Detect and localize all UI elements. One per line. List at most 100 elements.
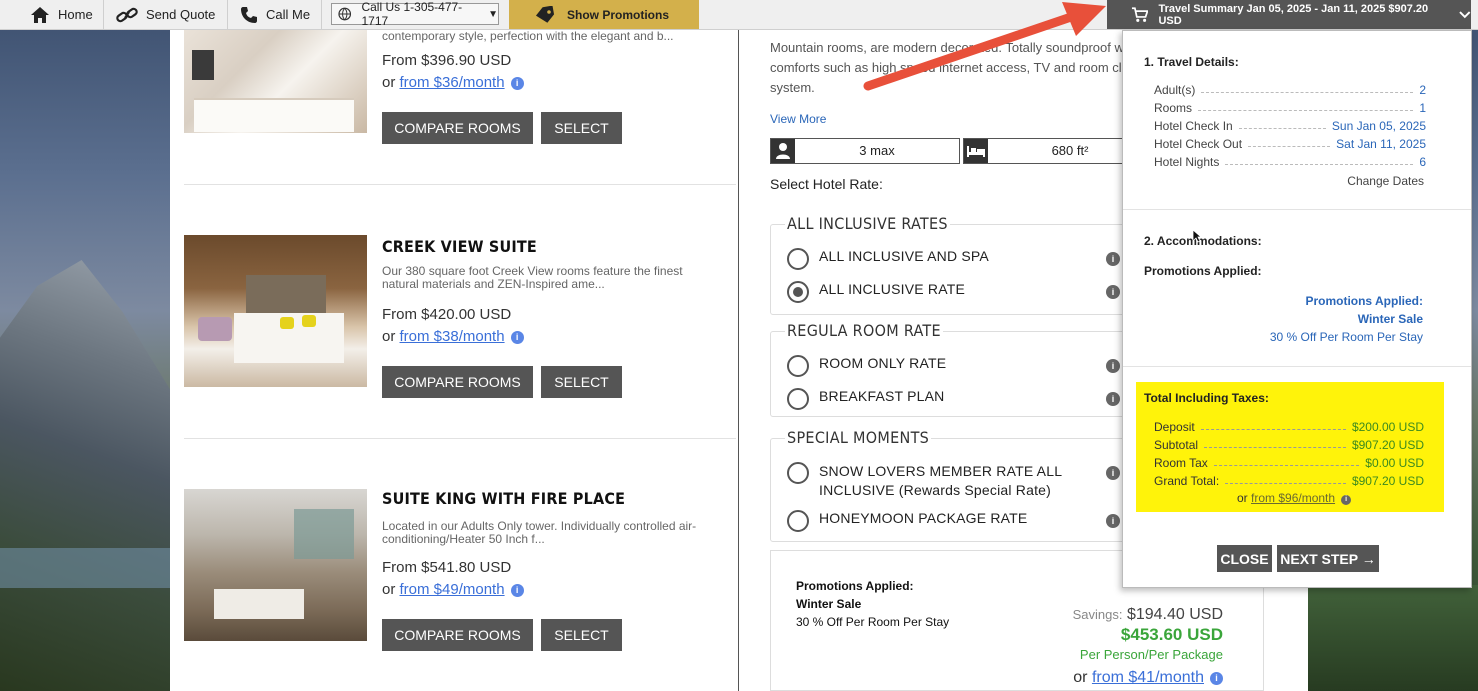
- select-room-button[interactable]: SELECT: [541, 366, 622, 398]
- monthly-financing-link[interactable]: from $36/month: [400, 74, 505, 91]
- radio-button[interactable]: [787, 388, 809, 410]
- room-monthly: or from $49/month i: [382, 581, 524, 598]
- info-icon[interactable]: i: [1341, 495, 1352, 505]
- globe-icon: [338, 7, 352, 21]
- change-dates-link[interactable]: Change Dates: [1347, 174, 1424, 188]
- totals-title: Total Including Taxes:: [1144, 391, 1269, 405]
- info-icon[interactable]: i: [1106, 514, 1120, 528]
- row-label: Rooms: [1154, 101, 1193, 115]
- divider: [1123, 366, 1471, 367]
- info-icon[interactable]: i: [1106, 252, 1120, 266]
- room-card: contemporary style, perfection with the …: [184, 30, 736, 184]
- call-me-link[interactable]: Call Me: [230, 0, 322, 29]
- room-price: From $396.90 USD: [382, 52, 512, 69]
- room-title[interactable]: SUITE KING WITH FIRE PLACE: [382, 489, 625, 508]
- row-value: $907.20 USD: [1351, 438, 1424, 452]
- home-link[interactable]: Home: [20, 0, 104, 29]
- send-quote-link[interactable]: Send Quote: [106, 0, 228, 29]
- close-button[interactable]: CLOSE: [1217, 545, 1272, 572]
- home-label: Home: [58, 7, 93, 22]
- call-us-dropdown[interactable]: Call Us 1-305-477-1717 ▼: [331, 0, 499, 28]
- promotion-description: 30 % Off Per Room Per Stay: [796, 615, 950, 629]
- rate-option-breakfast[interactable]: BREAKFAST PLAN: [787, 388, 944, 410]
- radio-button-selected[interactable]: [787, 281, 809, 303]
- select-room-button[interactable]: SELECT: [541, 619, 622, 651]
- info-icon[interactable]: i: [1106, 359, 1120, 373]
- rate-group-title: ALL INCLUSIVE RATES: [785, 214, 950, 233]
- totals-monthly: or from $96/month i: [1237, 491, 1352, 505]
- savings-label: Savings:: [1072, 607, 1123, 622]
- link-icon: [116, 7, 138, 22]
- compare-rooms-button[interactable]: COMPARE ROOMS: [382, 619, 533, 651]
- compare-rooms-button[interactable]: COMPARE ROOMS: [382, 366, 533, 398]
- promotions-applied-link[interactable]: Promotions Applied:: [1305, 294, 1423, 308]
- rate-option-honeymoon[interactable]: HONEYMOON PACKAGE RATE: [787, 510, 1027, 532]
- savings: Savings: $194.40 USD: [1073, 606, 1223, 624]
- summary-row-check-in: Hotel Check In Sun Jan 05, 2025: [1154, 119, 1426, 133]
- row-label: Hotel Check In: [1154, 119, 1233, 133]
- monthly-prefix: or: [382, 328, 400, 345]
- promotion-name: Winter Sale: [1357, 312, 1423, 326]
- summary-row-nights: Hotel Nights 6: [1154, 155, 1426, 169]
- select-room-button[interactable]: SELECT: [541, 112, 622, 144]
- person-icon: [771, 139, 795, 163]
- rate-option-label: HONEYMOON PACKAGE RATE: [819, 510, 1028, 526]
- next-step-button[interactable]: NEXT STEP →: [1277, 545, 1379, 572]
- radio-button[interactable]: [787, 462, 809, 484]
- compare-rooms-button[interactable]: COMPARE ROOMS: [382, 112, 533, 144]
- info-icon[interactable]: i: [1210, 672, 1223, 685]
- radio-button[interactable]: [787, 355, 809, 377]
- row-label: Hotel Nights: [1154, 155, 1220, 169]
- cart-icon: [1131, 6, 1149, 22]
- row-value: Sun Jan 05, 2025: [1331, 119, 1426, 133]
- info-icon[interactable]: i: [1106, 466, 1120, 480]
- view-more-link[interactable]: View More: [770, 112, 826, 126]
- travel-summary-label: Travel Summary Jan 05, 2025 - Jan 11, 20…: [1158, 2, 1429, 27]
- rate-option-all-inclusive[interactable]: ALL INCLUSIVE RATE: [787, 281, 965, 303]
- show-promotions-label: Show Promotions: [567, 7, 669, 22]
- travel-summary-toggle[interactable]: Travel Summary Jan 05, 2025 - Jan 11, 20…: [1107, 0, 1471, 29]
- row-label: Grand Total:: [1154, 474, 1220, 488]
- rate-option-snow-lovers[interactable]: SNOW LOVERS MEMBER RATE ALL INCLUSIVE (R…: [787, 462, 1087, 500]
- room-photo[interactable]: [184, 30, 367, 133]
- monthly-financing-link[interactable]: from $41/month: [1092, 669, 1204, 686]
- monthly-prefix: or: [382, 581, 400, 598]
- room-title[interactable]: CREEK VIEW SUITE: [382, 237, 537, 256]
- room-card: SUITE KING WITH FIRE PLACE Located in ou…: [184, 489, 736, 659]
- info-icon[interactable]: i: [510, 77, 524, 90]
- row-value: 2: [1419, 83, 1426, 97]
- top-nav-bar: Home Send Quote Call Me Call Us 1-305-47…: [0, 0, 1478, 30]
- room-list: contemporary style, perfection with the …: [170, 30, 738, 691]
- info-icon[interactable]: i: [510, 331, 524, 344]
- room-photo[interactable]: [184, 235, 367, 387]
- room-monthly: or from $36/month i: [382, 74, 524, 91]
- info-icon[interactable]: i: [1106, 285, 1120, 299]
- rate-option-label: SNOW LOVERS MEMBER RATE ALL INCLUSIVE (R…: [819, 463, 1062, 498]
- rate-option-room-only[interactable]: ROOM ONLY RATE: [787, 355, 946, 377]
- row-value: $200.00 USD: [1351, 420, 1424, 434]
- rate-option-label: ALL INCLUSIVE AND SPA: [819, 248, 989, 264]
- row-value: $0.00 USD: [1365, 456, 1424, 470]
- info-icon[interactable]: i: [1106, 392, 1120, 406]
- monthly-financing-link[interactable]: from $49/month: [400, 581, 505, 598]
- rate-option-label: ALL INCLUSIVE RATE: [819, 281, 965, 297]
- row-value: 1: [1419, 101, 1426, 115]
- monthly-financing-link[interactable]: from $96/month: [1251, 491, 1335, 505]
- total-row-grand-total: Grand Total: $907.20 USD: [1154, 474, 1424, 488]
- monthly-prefix: or: [1073, 669, 1092, 686]
- radio-button[interactable]: [787, 248, 809, 270]
- radio-button[interactable]: [787, 510, 809, 532]
- rate-group-title: SPECIAL MOMENTS: [785, 428, 932, 447]
- home-icon: [31, 6, 49, 23]
- show-promotions-button[interactable]: Show Promotions: [509, 0, 699, 29]
- travel-details-title: 1. Travel Details:: [1144, 55, 1239, 69]
- monthly-financing-link[interactable]: from $38/month: [400, 328, 505, 345]
- monthly-prefix: or: [1237, 491, 1252, 505]
- rate-option-all-inclusive-spa[interactable]: ALL INCLUSIVE AND SPA: [787, 248, 989, 270]
- promotions-applied-title: Promotions Applied:: [1144, 264, 1262, 278]
- room-photo[interactable]: [184, 489, 367, 641]
- room-description: Our 380 square foot Creek View rooms fea…: [382, 264, 683, 291]
- info-icon[interactable]: i: [510, 584, 524, 597]
- bed-icon: [964, 139, 988, 163]
- row-value: Sat Jan 11, 2025: [1336, 137, 1426, 151]
